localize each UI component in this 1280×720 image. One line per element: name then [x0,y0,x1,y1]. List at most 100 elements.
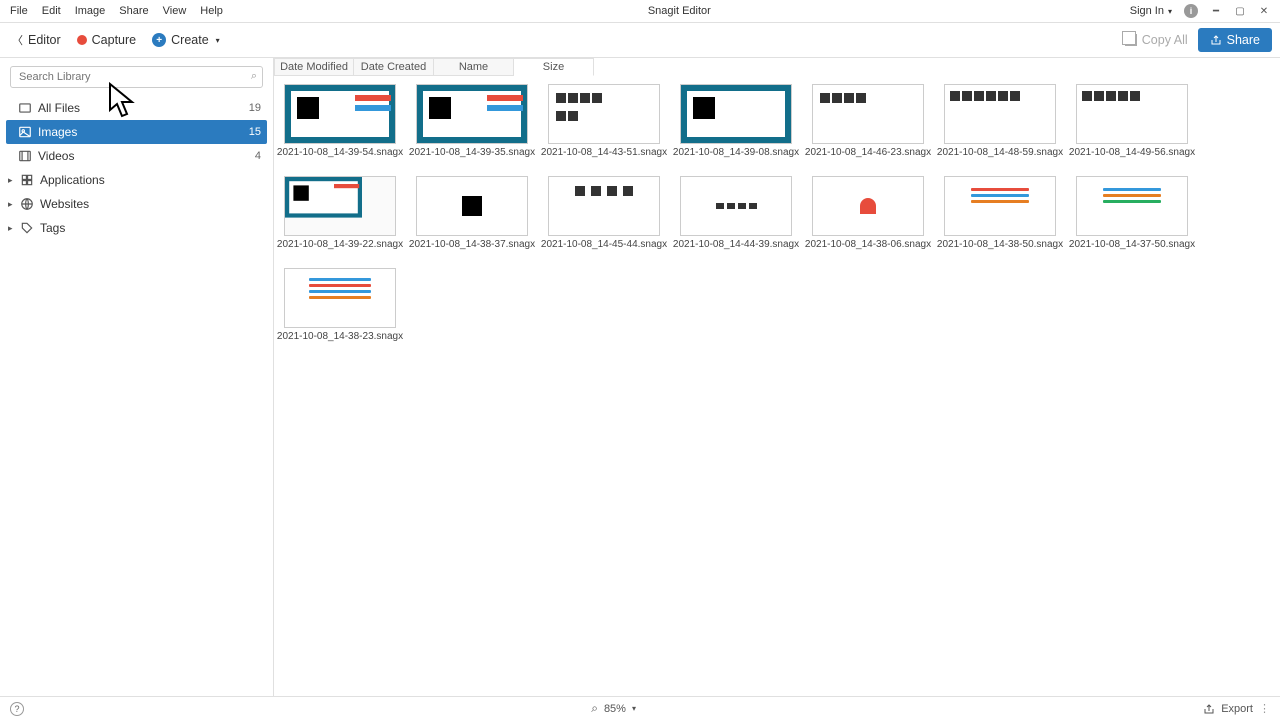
create-label: Create [171,33,209,47]
file-thumbnail[interactable]: 2021-10-08_14-38-37.snagx [416,176,528,250]
thumbnail-preview [284,84,396,144]
menu-view[interactable]: View [157,3,193,19]
maximize-button[interactable]: ▢ [1234,5,1246,17]
signin-label: Sign In [1130,5,1164,17]
thumbnail-preview [1076,84,1188,144]
file-name: 2021-10-08_14-46-23.snagx [805,147,931,158]
sidebar-item-websites[interactable]: ▸ Websites [6,192,267,216]
zoom-level[interactable]: 85% [604,703,626,715]
minimize-button[interactable]: ━ [1210,5,1222,17]
menu-image[interactable]: Image [69,3,112,19]
file-name: 2021-10-08_14-49-56.snagx [1069,147,1195,158]
file-thumbnail[interactable]: 2021-10-08_14-43-51.snagx [548,84,660,158]
file-thumbnail[interactable]: 2021-10-08_14-49-56.snagx [1076,84,1188,158]
sidebar-item-tags[interactable]: ▸ Tags [6,216,267,240]
signin-button[interactable]: Sign In ▾ [1130,5,1172,17]
sidebar-item-videos[interactable]: Videos 4 [6,144,267,168]
file-thumbnail[interactable]: 2021-10-08_14-46-23.snagx [812,84,924,158]
thumbnail-preview [416,84,528,144]
file-thumbnail[interactable]: 2021-10-08_14-38-50.snagx [944,176,1056,250]
sort-tabs: Date Modified Date Created Name Size [274,58,1280,78]
apps-icon [20,173,34,187]
tab-date-modified[interactable]: Date Modified [274,58,354,76]
toolbar: 〈 Editor Capture + Create ▾ Copy All Sha… [0,22,1280,58]
thumbnail-preview [680,84,792,144]
thumbnail-preview [548,84,660,144]
menu-help[interactable]: Help [194,3,229,19]
thumbnail-preview [416,176,528,236]
sidebar-item-label: Images [38,125,77,139]
sidebar-item-count: 4 [255,150,261,162]
search-box: ⌕ [10,66,263,88]
file-name: 2021-10-08_14-45-44.snagx [541,239,667,250]
create-button[interactable]: + Create ▾ [148,30,224,50]
share-button[interactable]: Share [1198,28,1272,52]
file-name: 2021-10-08_14-39-08.snagx [673,147,799,158]
file-thumbnail[interactable]: 2021-10-08_14-48-59.snagx [944,84,1056,158]
export-icon [1203,703,1215,715]
search-input[interactable] [10,66,263,88]
titlebar: File Edit Image Share View Help Snagit E… [0,0,1280,22]
thumbnail-preview [284,176,396,236]
file-thumbnail[interactable]: 2021-10-08_14-45-44.snagx [548,176,660,250]
file-name: 2021-10-08_14-48-59.snagx [937,147,1063,158]
capture-label: Capture [92,33,136,47]
copy-all-button[interactable]: Copy All [1125,33,1188,47]
sidebar-item-label: Applications [40,173,105,187]
file-thumbnail[interactable]: 2021-10-08_14-39-22.snagx [284,176,396,250]
window-title: Snagit Editor [229,5,1130,17]
globe-icon [20,197,34,211]
file-name: 2021-10-08_14-43-51.snagx [541,147,667,158]
thumbnail-preview [944,176,1056,236]
sidebar-item-images[interactable]: Images 15 [6,120,267,144]
file-thumbnail[interactable]: 2021-10-08_14-37-50.snagx [1076,176,1188,250]
export-button[interactable]: Export [1221,703,1253,715]
tab-date-created[interactable]: Date Created [354,58,434,76]
help-button[interactable]: ? [10,702,24,716]
file-thumbnail[interactable]: 2021-10-08_14-39-54.snagx [284,84,396,158]
user-avatar-icon[interactable]: i [1184,4,1198,18]
file-thumbnail[interactable]: 2021-10-08_14-38-06.snagx [812,176,924,250]
plus-icon: + [152,33,166,47]
file-name: 2021-10-08_14-38-06.snagx [805,239,931,250]
copy-icon [1125,34,1137,46]
sidebar-item-label: All Files [38,101,80,115]
file-thumbnail[interactable]: 2021-10-08_14-44-39.snagx [680,176,792,250]
file-name: 2021-10-08_14-39-54.snagx [277,147,403,158]
editor-label: Editor [28,33,61,47]
window-controls: Sign In ▾ i ━ ▢ ✕ [1130,4,1276,18]
menu-edit[interactable]: Edit [36,3,67,19]
sidebar-item-label: Tags [40,221,65,235]
tag-icon [20,221,34,235]
statusbar: ? ⌕ 85% ▾ Export ⋮ [0,696,1280,720]
capture-button[interactable]: Capture [73,30,140,50]
file-grid: 2021-10-08_14-39-54.snagx2021-10-08_14-3… [274,78,1280,696]
menu-share[interactable]: Share [113,3,154,19]
file-thumbnail[interactable]: 2021-10-08_14-38-23.snagx [284,268,396,342]
share-icon [1210,34,1222,46]
chevron-right-icon: ▸ [8,223,18,234]
sidebar-item-label: Videos [38,149,74,163]
file-name: 2021-10-08_14-39-22.snagx [277,239,403,250]
file-name: 2021-10-08_14-37-50.snagx [1069,239,1195,250]
tab-size[interactable]: Size [514,58,594,76]
file-thumbnail[interactable]: 2021-10-08_14-39-35.snagx [416,84,528,158]
editor-back-button[interactable]: 〈 Editor [8,29,65,51]
sidebar-item-applications[interactable]: ▸ Applications [6,168,267,192]
close-button[interactable]: ✕ [1258,5,1270,17]
chevron-right-icon: ▸ [8,199,18,210]
zoom-search-icon[interactable]: ⌕ [591,701,598,716]
tab-name[interactable]: Name [434,58,514,76]
thumbnail-preview [812,84,924,144]
file-name: 2021-10-08_14-38-23.snagx [277,331,403,342]
kebab-icon[interactable]: ⋮ [1259,702,1270,715]
image-icon [18,125,32,139]
copy-all-label: Copy All [1142,33,1188,47]
video-icon [18,149,32,163]
menu-file[interactable]: File [4,3,34,19]
chevron-down-icon: ▾ [632,704,636,713]
file-name: 2021-10-08_14-39-35.snagx [409,147,535,158]
sidebar-item-all-files[interactable]: All Files 19 [6,96,267,120]
menubar: File Edit Image Share View Help [4,3,229,19]
file-thumbnail[interactable]: 2021-10-08_14-39-08.snagx [680,84,792,158]
